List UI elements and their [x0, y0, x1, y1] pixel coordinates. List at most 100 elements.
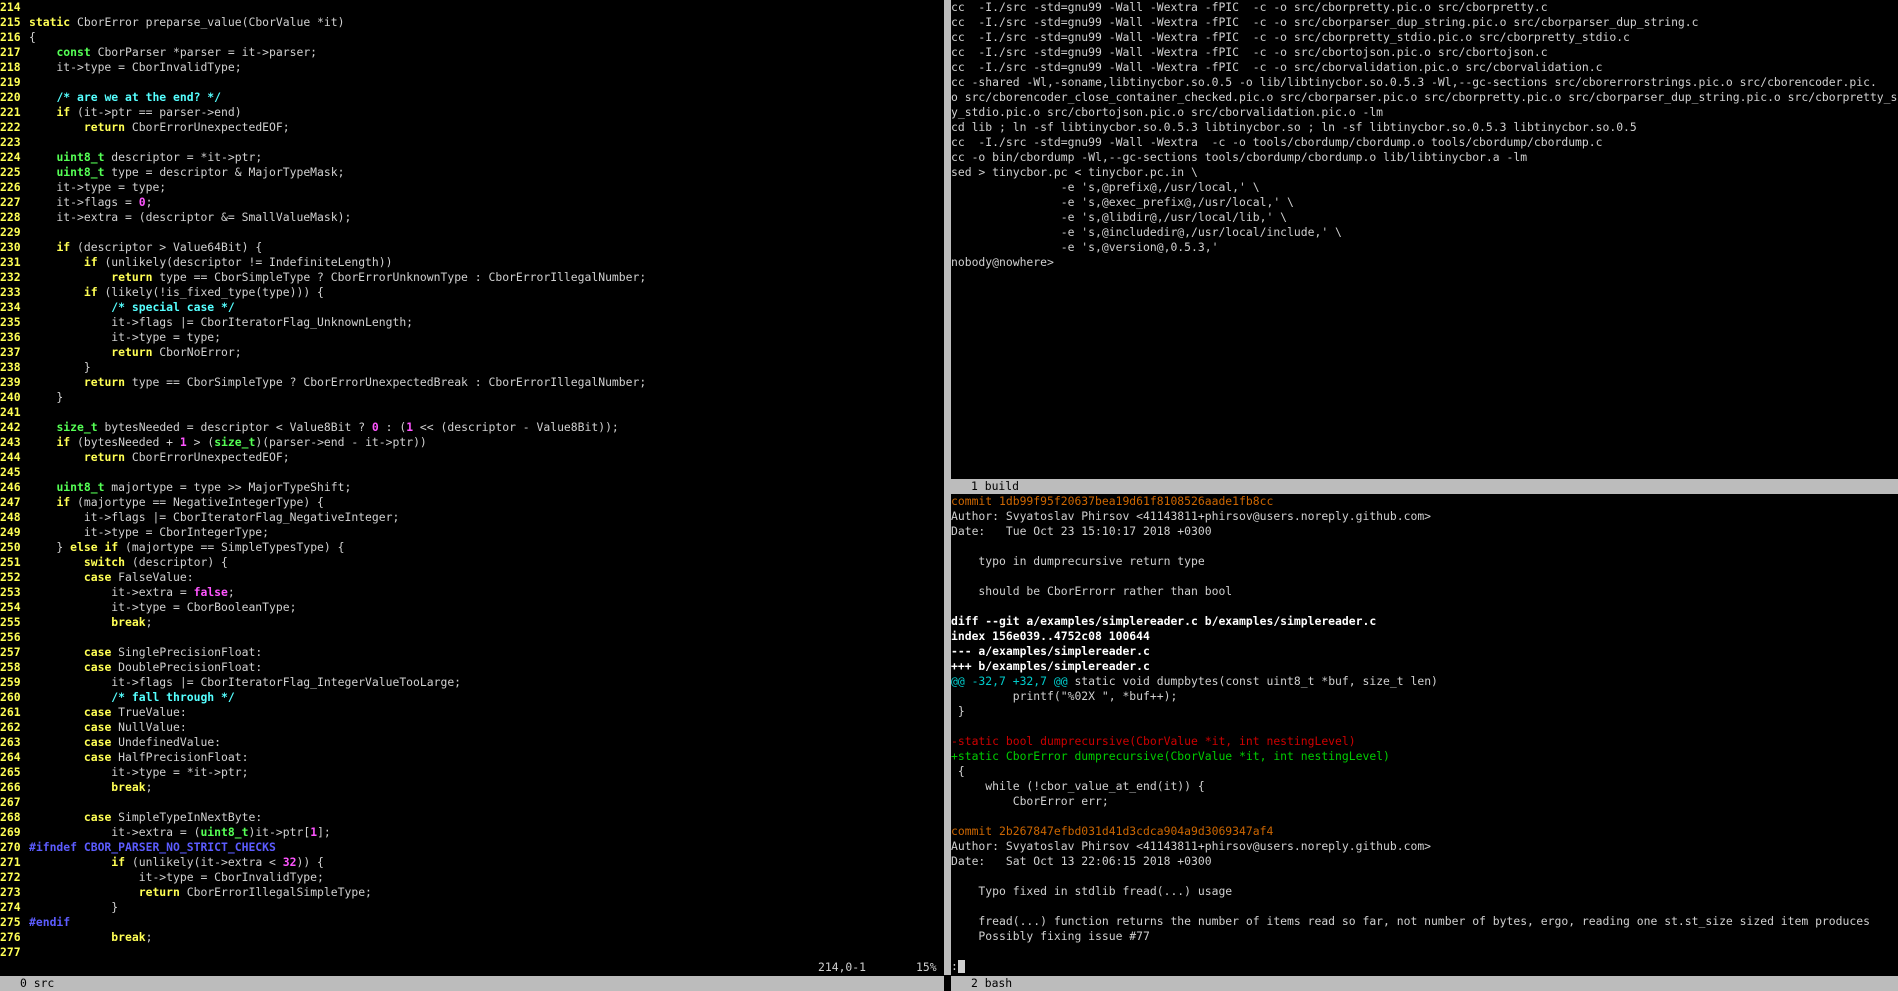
text-segment: return	[111, 345, 153, 359]
line-number: 218	[0, 60, 21, 74]
text-segment: (descriptor > Value64Bit) {	[70, 240, 263, 254]
line-number: 224	[0, 150, 21, 164]
code-line: 252 case FalseValue:	[0, 570, 944, 585]
code-line: 255 break;	[0, 615, 944, 630]
text-segment: size_t	[214, 435, 256, 449]
text-segment	[29, 705, 84, 719]
code-line: 241	[0, 405, 944, 420]
git-log-line: Author: Svyatoslav Phirsov <41143811+phi…	[951, 509, 1898, 524]
line-number: 257	[0, 645, 21, 659]
code-line: 266 break;	[0, 780, 944, 795]
text-segment: Author: Svyatoslav Phirsov <41143811+phi…	[951, 839, 1432, 853]
text-segment	[29, 150, 56, 164]
line-number: 276	[0, 930, 21, 944]
line-number: 244	[0, 450, 21, 464]
git-log-pane[interactable]: commit 1db99f95f20637bea19d61f8108526aad…	[951, 494, 1898, 975]
code-line: 233 if (likely(!is_fixed_type(type))) {	[0, 285, 944, 300]
line-number: 267	[0, 795, 21, 809]
text-segment	[29, 285, 84, 299]
code-line: 221 if (it->ptr == parser->end)	[0, 105, 944, 120]
code-line: 238 }	[0, 360, 944, 375]
text-segment: should be CborErrorr rather than bool	[951, 584, 1233, 598]
line-number: 248	[0, 510, 21, 524]
text-segment: 0	[138, 195, 146, 209]
line-number: 214	[0, 0, 21, 14]
editor-pane[interactable]: 214 215 static CborError preparse_value(Cb…	[0, 0, 944, 975]
build-output-line: sed > tinycbor.pc < tinycbor.pc.in \	[951, 165, 1898, 180]
text-segment: : (	[378, 420, 407, 434]
text-segment: index 156e039..4752c08 100644	[951, 629, 1150, 643]
code-line: 245	[0, 465, 944, 480]
line-number: 229	[0, 225, 21, 239]
line-number: 222	[0, 120, 21, 134]
git-log-line: Possibly fixing issue #77	[951, 929, 1898, 944]
text-segment: ];	[317, 825, 331, 839]
window-status-build[interactable]: 1 build	[951, 479, 1898, 494]
text-segment: (majortype == NegativeIntegerType) {	[70, 495, 324, 509]
text-segment: )) {	[296, 855, 324, 869]
text-segment: }	[29, 540, 71, 554]
text-segment: return	[83, 120, 126, 134]
build-output-line: cc -o bin/cbordump -Wl,--gc-sections too…	[951, 150, 1898, 165]
git-log-line: printf("%02X ", *buf++);	[951, 689, 1898, 704]
text-segment: CborErrorUnexpectedEOF;	[125, 450, 290, 464]
code-line: 265 it->type = *it->ptr;	[0, 765, 944, 780]
text-segment: (bytesNeeded +	[70, 435, 180, 449]
line-number: 261	[0, 705, 21, 719]
git-log-line: index 156e039..4752c08 100644	[951, 629, 1898, 644]
git-log-line: typo in dumprecursive return type	[951, 554, 1898, 569]
text-segment: /* are we at the end? */	[56, 90, 222, 104]
text-segment: if	[56, 105, 71, 119]
code-line: 224 uint8_t descriptor = *it->ptr;	[0, 150, 944, 165]
build-output-line: nobody@nowhere>	[951, 255, 1898, 270]
code-line: 226 it->type = type;	[0, 180, 944, 195]
git-log-line: commit 1db99f95f20637bea19d61f8108526aad…	[951, 494, 1898, 509]
text-segment: it->extra = (descriptor &= SmallValueMas…	[29, 210, 352, 224]
build-output-line: cc -shared -Wl,-soname,libtinycbor.so.0.…	[951, 75, 1898, 90]
code-line: 251 switch (descriptor) {	[0, 555, 944, 570]
text-segment: if	[56, 435, 71, 449]
line-number: 247	[0, 495, 21, 509]
line-number: 223	[0, 135, 21, 149]
text-segment: CborError preparse_value(CborValue *it)	[70, 15, 345, 29]
git-log-line: Date: Tue Oct 23 15:10:17 2018 +0300	[951, 524, 1898, 539]
text-segment: break	[111, 780, 146, 794]
pane-divider[interactable]	[944, 0, 951, 975]
git-log-line	[951, 944, 1898, 959]
text-segment	[29, 615, 111, 629]
text-segment: uint8_t	[200, 825, 249, 839]
text-segment	[29, 570, 84, 584]
text-segment: it->flags |= CborIteratorFlag_UnknownLen…	[29, 315, 414, 329]
code-line: 247 if (majortype == NegativeIntegerType…	[0, 495, 944, 510]
code-line: 260 /* fall through */	[0, 690, 944, 705]
window-status-bash[interactable]: 2 bash	[951, 976, 1898, 991]
text-segment: (likely(!is_fixed_type(type))) {	[97, 285, 324, 299]
text-segment: sed > tinycbor.pc < tinycbor.pc.in \	[951, 165, 1198, 179]
code-line: 276 break;	[0, 930, 944, 945]
code-line: 236 it->type = type;	[0, 330, 944, 345]
code-line: 232 return type == CborSimpleType ? Cbor…	[0, 270, 944, 285]
code-line: 270 #ifndef CBOR_PARSER_NO_STRICT_CHECKS	[0, 840, 944, 855]
build-output-pane[interactable]: cc -I./src -std=gnu99 -Wall -Wextra -fPI…	[951, 0, 1898, 478]
text-segment	[29, 435, 56, 449]
line-number: 243	[0, 435, 21, 449]
git-log-line	[951, 899, 1898, 914]
code-line: 267	[0, 795, 944, 810]
text-segment: case	[83, 810, 112, 824]
git-log-line	[951, 809, 1898, 824]
line-number: 252	[0, 570, 21, 584]
line-number: 241	[0, 405, 21, 419]
text-segment: /* fall through */	[111, 690, 235, 704]
text-segment	[29, 375, 84, 389]
text-segment: case	[83, 660, 112, 674]
text-segment: Possibly fixing issue #77	[951, 929, 1150, 943]
git-log-line: diff --git a/examples/simplereader.c b/e…	[951, 614, 1898, 629]
line-number: 233	[0, 285, 21, 299]
line-number: 217	[0, 45, 21, 59]
code-line: 234 /* special case */	[0, 300, 944, 315]
text-segment: {	[951, 764, 965, 778]
git-log-line: --- a/examples/simplereader.c	[951, 644, 1898, 659]
code-line: 271 if (unlikely(it->extra < 32)) {	[0, 855, 944, 870]
line-number: 232	[0, 270, 21, 284]
window-status-src[interactable]: 0 src	[0, 976, 944, 991]
